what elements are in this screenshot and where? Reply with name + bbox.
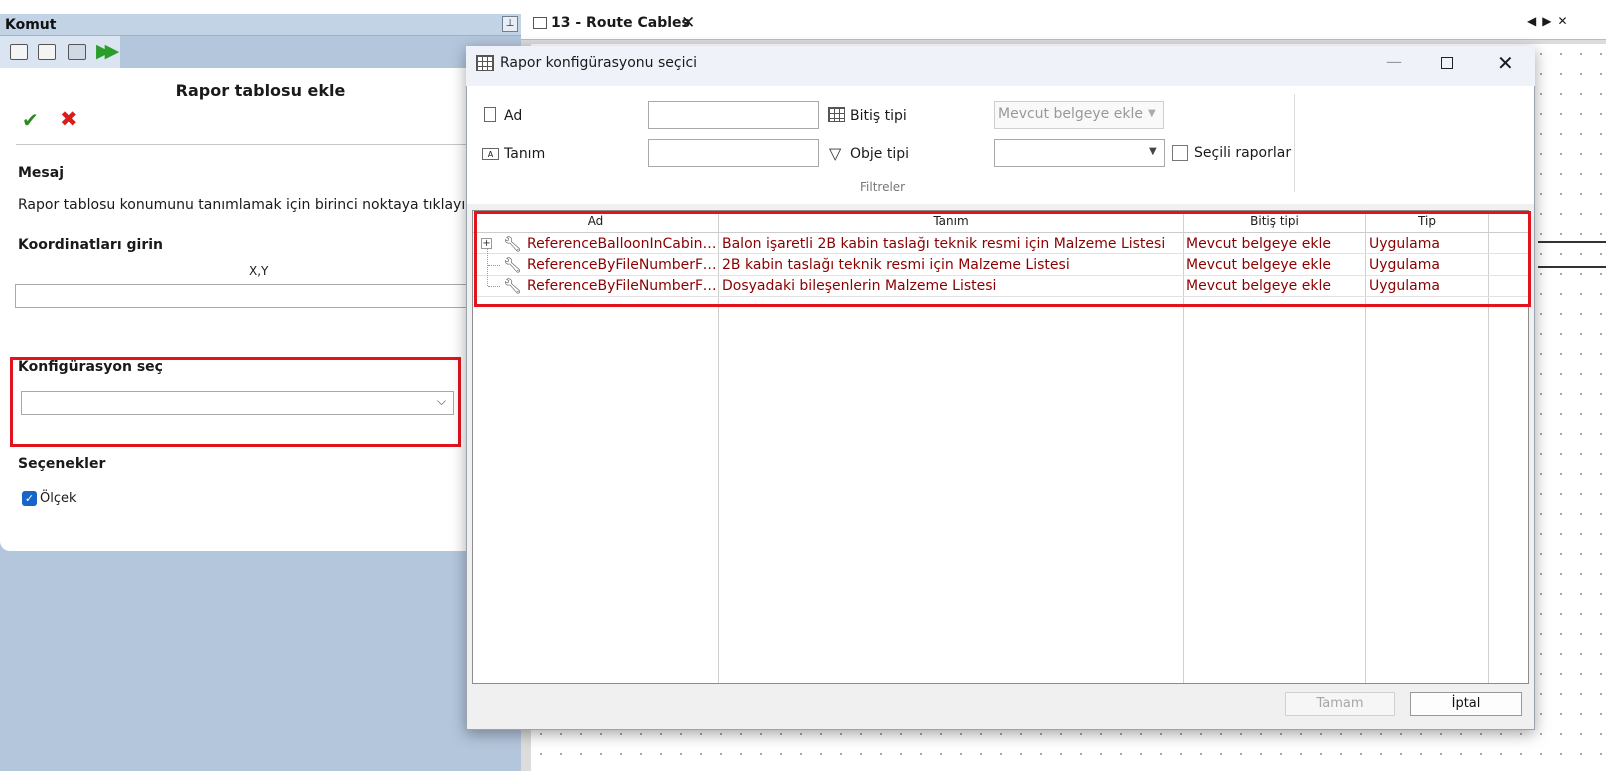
- object-type-select[interactable]: [994, 139, 1165, 167]
- layout-icon[interactable]: [10, 44, 28, 60]
- selected-reports-checkbox[interactable]: [1172, 145, 1188, 161]
- document-tab-icon: [533, 17, 547, 29]
- close-icon[interactable]: ✖: [60, 107, 78, 131]
- filter-icon: ▽: [829, 144, 842, 163]
- filters-caption: Filtreler: [860, 180, 906, 194]
- table-icon: [828, 107, 845, 122]
- config-select[interactable]: [21, 391, 454, 415]
- text-field-icon: A: [482, 148, 499, 160]
- object-type-filter-label: Obje tipi: [850, 146, 910, 162]
- command-panel-title: Komut: [5, 17, 57, 33]
- selected-reports-label: Seçili raporlar: [1194, 145, 1292, 161]
- filters-divider: [1294, 94, 1295, 192]
- document-icon: [484, 107, 496, 122]
- minimize-icon[interactable]: —: [1386, 52, 1402, 71]
- end-type-select[interactable]: Mevcut belgeye ekle: [994, 101, 1164, 129]
- tab-nav-arrows-icon[interactable]: ◀▶✕: [1527, 14, 1574, 28]
- scale-checkbox[interactable]: ✓: [22, 491, 37, 506]
- chevron-down-icon[interactable]: ▼: [1149, 146, 1157, 157]
- pin-icon[interactable]: ⊥: [502, 16, 518, 32]
- panel-title: Rapor tablosu ekle: [175, 81, 346, 100]
- dialog-title: Rapor konfigürasyonu seçici: [500, 55, 698, 71]
- film-icon[interactable]: [68, 44, 86, 60]
- fast-forward-icon[interactable]: ▶▶: [96, 40, 119, 62]
- end-type-filter-label: Bitiş tipi: [850, 108, 907, 124]
- table-icon: [476, 55, 494, 71]
- dialog-close-icon[interactable]: ✕: [1497, 51, 1514, 75]
- maximize-icon[interactable]: [1441, 57, 1453, 69]
- coords-label: Koordinatları girin: [18, 237, 163, 253]
- scale-label: Ölçek: [40, 491, 77, 506]
- frame-icon[interactable]: [38, 44, 56, 60]
- config-label: Konfigürasyon seç: [18, 359, 163, 375]
- name-filter-input[interactable]: [648, 101, 819, 129]
- command-panel-body: [0, 68, 470, 551]
- chevron-down-icon[interactable]: ⌵: [437, 394, 446, 409]
- options-label: Seçenekler: [18, 456, 106, 472]
- chevron-down-icon[interactable]: ▼: [1148, 108, 1156, 119]
- cancel-button[interactable]: İptal: [1410, 692, 1522, 716]
- message-text: Rapor tablosu konumunu tanımlamak için b…: [18, 197, 479, 213]
- tab-close-icon[interactable]: ✕: [681, 13, 695, 33]
- grid-highlight-box: [474, 211, 1531, 307]
- checkmark-icon[interactable]: ✔: [22, 108, 39, 132]
- desc-filter-input[interactable]: [648, 139, 819, 167]
- divider: [16, 144, 476, 145]
- ok-button[interactable]: Tamam: [1285, 692, 1395, 716]
- message-label: Mesaj: [18, 165, 65, 181]
- command-panel-header: [0, 14, 521, 36]
- document-tab-label[interactable]: 13 - Route Cables: [551, 15, 690, 31]
- coords-input[interactable]: [15, 284, 475, 308]
- name-filter-label: Ad: [504, 108, 523, 124]
- canvas-line: [1538, 266, 1606, 268]
- coords-column-header: X,Y: [249, 264, 269, 278]
- canvas-line: [1538, 241, 1606, 243]
- desc-filter-label: Tanım: [504, 146, 546, 162]
